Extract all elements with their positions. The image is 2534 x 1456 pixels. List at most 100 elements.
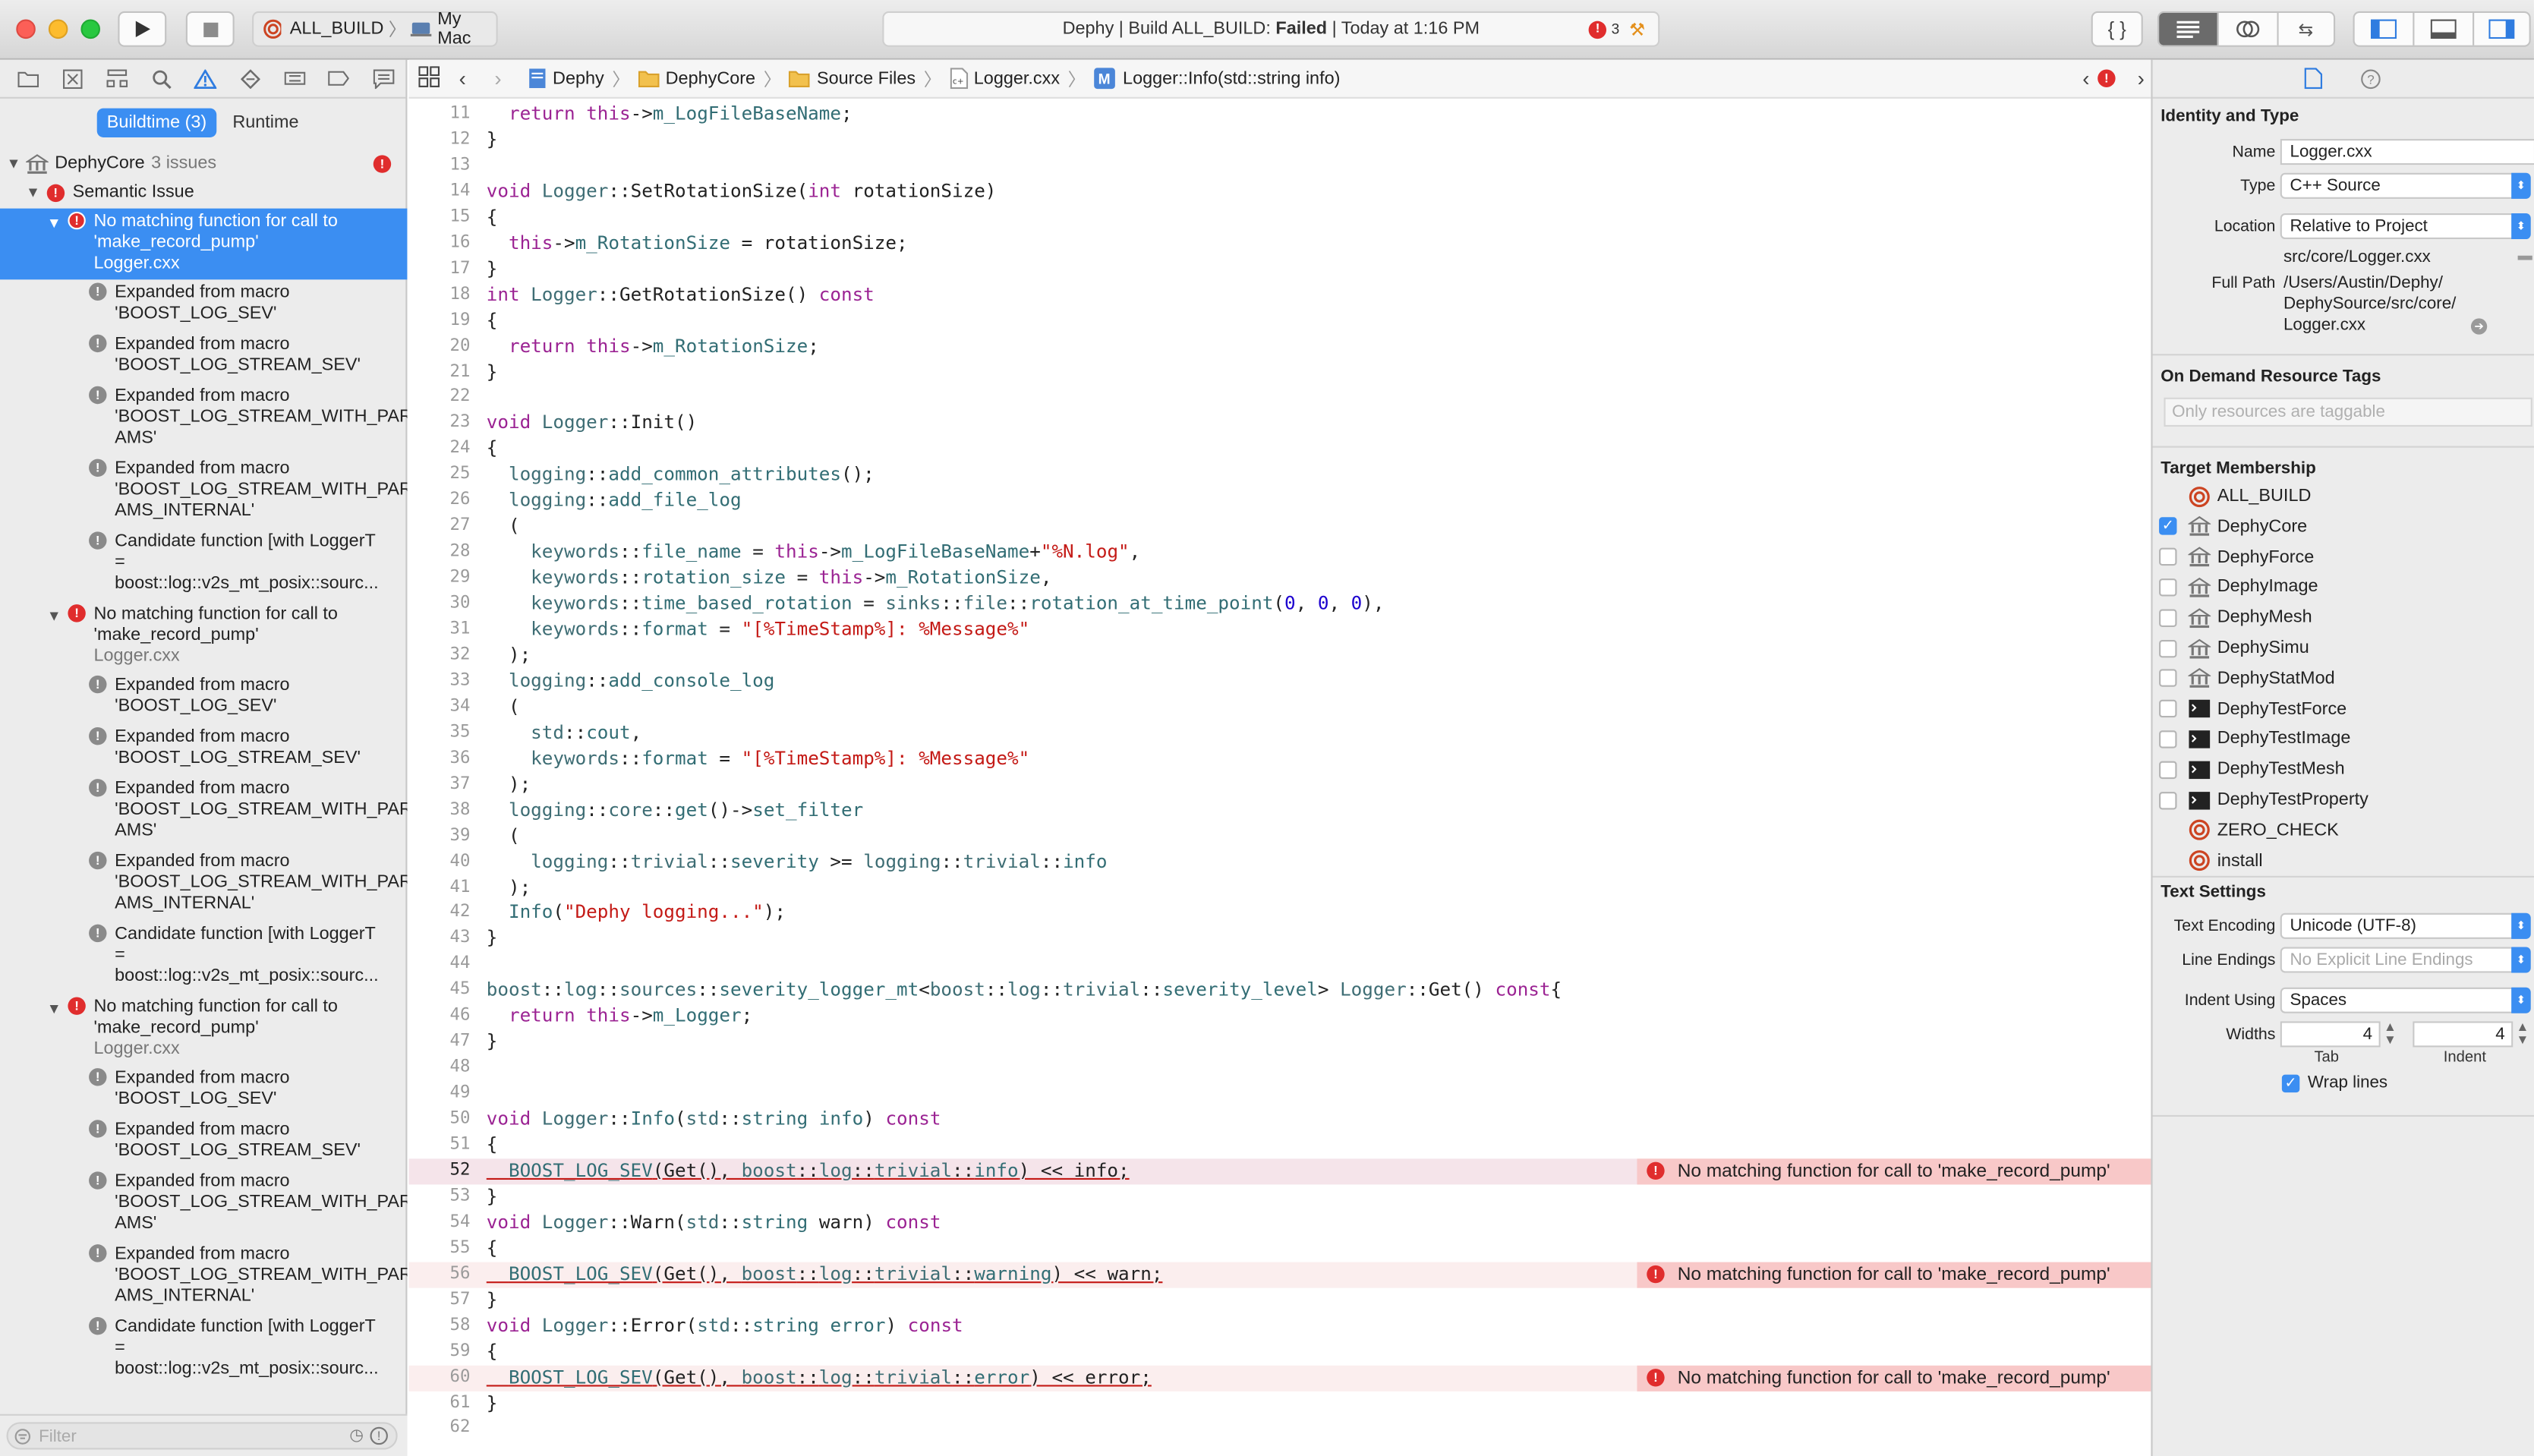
wrap-lines-checkbox[interactable]: ✓ Wrap lines (2281, 1073, 2387, 1092)
issue-note-row[interactable]: ! Expanded from macro 'BOOST_LOG_SEV' (0, 279, 407, 331)
code-line[interactable]: void Logger::Warn(std::string warn) cons… (487, 1210, 941, 1233)
code-line[interactable]: } (487, 257, 498, 279)
issue-navigator-tab[interactable] (184, 59, 228, 98)
stop-button[interactable] (185, 11, 235, 47)
target-row[interactable]: DephyStatMod (2153, 664, 2335, 693)
target-row[interactable]: ZERO_CHECK (2153, 816, 2339, 845)
target-checkbox[interactable] (2159, 760, 2177, 779)
line-endings-popup[interactable]: No Explicit Line Endings ⬍ (2280, 947, 2531, 973)
code-line[interactable]: keywords::format = "[%TimeStamp%]: %Mess… (487, 617, 1029, 640)
issue-note-row[interactable]: ! Expanded from macro 'BOOST_LOG_SEV' (0, 673, 407, 724)
target-checkbox[interactable] (2159, 638, 2177, 657)
disclosure-triangle-icon[interactable]: ▼ (7, 153, 21, 175)
code-line[interactable]: ( (487, 695, 520, 717)
issue-note-row[interactable]: ! Expanded from macro 'BOOST_LOG_SEV' (0, 1065, 407, 1117)
target-row[interactable]: DephyTestMesh (2153, 755, 2345, 784)
code-line[interactable]: } (487, 128, 498, 150)
tab-width-field[interactable]: 4 (2280, 1021, 2381, 1048)
code-line[interactable]: ); (487, 772, 531, 795)
odr-tags-field[interactable]: Only resources are taggable (2164, 397, 2532, 427)
target-checkbox[interactable] (2159, 578, 2177, 597)
code-line[interactable]: ( (487, 824, 520, 846)
help-icon[interactable]: ? (2361, 69, 2381, 90)
code-line[interactable]: keywords::rotation_size = this->m_Rotati… (487, 566, 1051, 588)
folder-icon[interactable]: ▬ (2518, 247, 2532, 263)
breadcrumb-item[interactable]: Source Files (817, 68, 916, 88)
code-line[interactable]: keywords::file_name = this->m_LogFileBas… (487, 540, 1140, 563)
indent-width-field[interactable]: 4 (2413, 1021, 2514, 1048)
target-row[interactable]: DephyMesh (2153, 603, 2312, 632)
target-row[interactable]: DephyTestForce (2153, 695, 2346, 723)
activity-issues[interactable]: ! 3 ⚒ (1588, 18, 1645, 39)
clock-icon[interactable]: ◷ (349, 1427, 364, 1445)
issue-note-row[interactable]: ! Expanded from macro 'BOOST_LOG_STREAM_SE… (0, 724, 407, 776)
breakpoint-navigator-tab[interactable] (317, 59, 361, 98)
warning-filter-icon[interactable]: ! (370, 1426, 388, 1445)
standard-editor-button[interactable] (2159, 13, 2218, 46)
next-issue-button[interactable]: › (2138, 66, 2145, 90)
code-line[interactable]: { (487, 205, 498, 228)
code-line[interactable]: boost::log::sources::severity_logger_mt<… (487, 979, 1562, 1001)
inline-error-message[interactable]: ! No matching function for call to 'make_… (1637, 1158, 2151, 1185)
target-row[interactable]: ✓ DephyCore (2153, 512, 2307, 540)
reveal-in-finder-icon[interactable]: ➔ (2470, 318, 2488, 335)
code-line[interactable]: { (487, 308, 498, 331)
activity-viewer[interactable]: Dephy | Build ALL_BUILD: Failed | Today … (882, 11, 1660, 47)
target-checkbox[interactable] (2159, 730, 2177, 748)
zoom-window-button[interactable] (80, 19, 100, 39)
target-row[interactable]: DephyTestImage (2153, 725, 2350, 754)
minimize-window-button[interactable] (48, 19, 68, 39)
issue-note-row[interactable]: ! Candidate function [with LoggerT = boost:… (0, 1314, 407, 1387)
code-line[interactable]: keywords::time_based_rotation = sinks::f… (487, 591, 1384, 614)
issue-note-row[interactable]: ! Expanded from macro 'BOOST_LOG_STREAM_WI… (0, 776, 407, 849)
issue-note-row[interactable]: ! Candidate function [with LoggerT = boost:… (0, 528, 407, 601)
previous-issue-button[interactable]: ‹ (2082, 66, 2089, 90)
code-line[interactable]: void Logger::SetRotationSize(int rotatio… (487, 179, 997, 202)
target-checkbox[interactable]: ✓ (2159, 517, 2177, 536)
filter-field[interactable]: Filter ◷ ! (6, 1422, 398, 1450)
tab-runtime[interactable]: Runtime (223, 108, 309, 137)
find-navigator-tab[interactable] (140, 59, 184, 98)
code-line[interactable]: logging::add_common_attributes(); (487, 462, 875, 485)
code-line[interactable]: } (487, 1184, 498, 1207)
code-line[interactable]: { (487, 1339, 498, 1362)
group-row[interactable]: ▼ ! Semantic Issue (0, 179, 407, 206)
code-line[interactable]: } (487, 927, 498, 950)
issue-note-row[interactable]: ! Expanded from macro 'BOOST_LOG_STREAM_WI… (0, 455, 407, 528)
target-row[interactable]: DephyImage (2153, 572, 2318, 601)
issue-note-row[interactable]: ! Expanded from macro 'BOOST_LOG_STREAM_WI… (0, 383, 407, 456)
issue-note-row[interactable]: ! Expanded from macro 'BOOST_LOG_STREAM_WI… (0, 849, 407, 922)
assistant-editor-button[interactable] (2217, 13, 2276, 46)
run-button[interactable] (118, 11, 167, 47)
code-line[interactable]: void Logger::Error(std::string error) co… (487, 1313, 963, 1336)
code-line[interactable]: return this->m_RotationSize; (487, 334, 819, 357)
tab-width-stepper[interactable]: ▲ ▼ (2384, 1020, 2397, 1047)
issue-row[interactable]: ▼! No matching function for call to'make_… (0, 601, 407, 673)
code-line[interactable]: BOOST_LOG_SEV(Get(), boost::log::trivial… (487, 1365, 1152, 1388)
code-line[interactable]: Info("Dephy logging..."); (487, 901, 786, 924)
code-line[interactable]: { (487, 1236, 498, 1259)
breadcrumb-item[interactable]: Logger::Info(std::string info) (1123, 68, 1340, 88)
inline-error-message[interactable]: ! No matching function for call to 'make_… (1637, 1364, 2151, 1391)
code-line[interactable]: keywords::format = "[%TimeStamp%]: %Mess… (487, 746, 1029, 769)
symbol-navigator-tab[interactable] (95, 59, 139, 98)
test-navigator-tab[interactable] (229, 59, 273, 98)
toggle-inspector-button[interactable] (2472, 13, 2529, 46)
name-field[interactable]: Logger.cxx (2280, 139, 2534, 165)
code-line[interactable]: BOOST_LOG_SEV(Get(), boost::log::trivial… (487, 1158, 1130, 1181)
error-icon[interactable]: ! (2097, 69, 2116, 87)
code-line[interactable]: BOOST_LOG_SEV(Get(), boost::log::trivial… (487, 1262, 1162, 1284)
indent-width-stepper[interactable]: ▲ ▼ (2517, 1020, 2529, 1047)
code-line[interactable]: void Logger::Init() (487, 411, 697, 434)
indent-using-popup[interactable]: Spaces ⬍ (2280, 987, 2531, 1013)
target-checkbox[interactable] (2159, 608, 2177, 627)
debug-navigator-tab[interactable] (273, 59, 317, 98)
toggle-navigator-button[interactable] (2355, 13, 2413, 46)
code-line[interactable]: ); (487, 875, 531, 898)
code-line[interactable]: std::cout, (487, 720, 641, 743)
code-line[interactable]: } (487, 360, 498, 383)
breadcrumb-item[interactable]: Logger.cxx (974, 68, 1060, 88)
file-inspector-tab[interactable] (2304, 68, 2323, 93)
issue-note-row[interactable]: ! Expanded from macro 'BOOST_LOG_STREAM_WI… (0, 1241, 407, 1314)
project-row[interactable]: ▼ DephyCore 3 issues ! (0, 150, 407, 178)
